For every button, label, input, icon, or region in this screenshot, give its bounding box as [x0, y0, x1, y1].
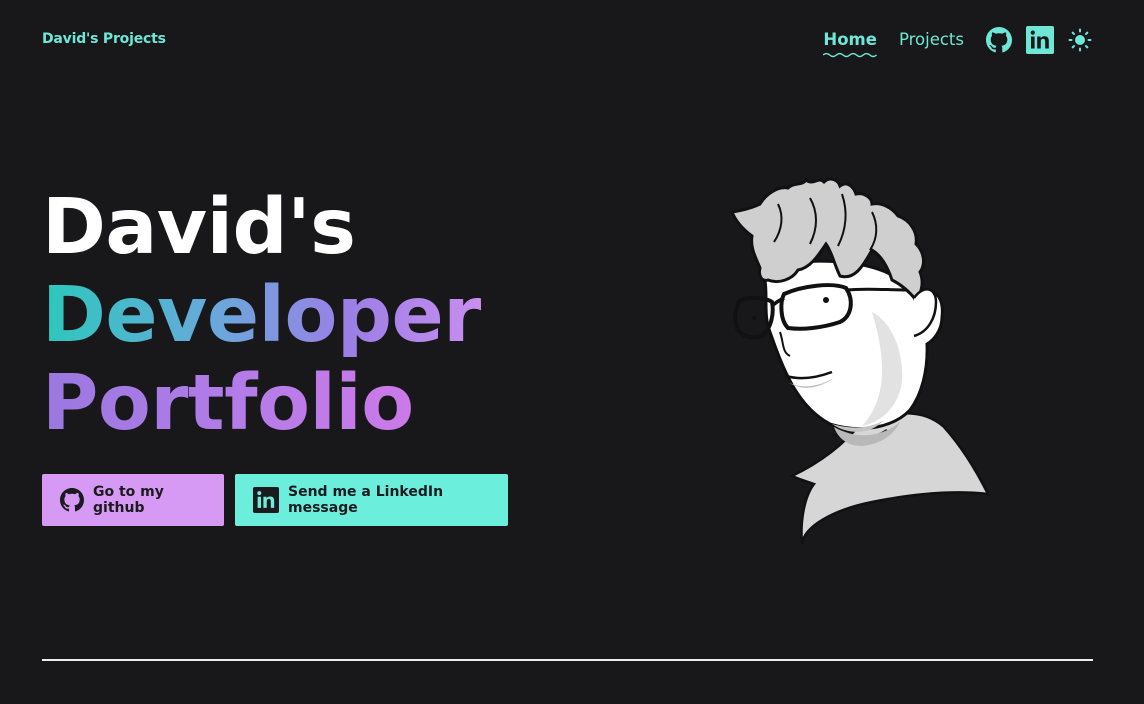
github-icon[interactable]	[986, 27, 1012, 53]
linkedin-icon[interactable]	[1026, 26, 1054, 54]
hero-title-line-2: Developer	[42, 271, 481, 360]
linkedin-message-button[interactable]: Send me a LinkedIn message	[235, 474, 508, 526]
hero-title: David's Developer Portfolio	[42, 184, 481, 448]
page: David's Projects Home Projects David's D…	[0, 0, 1144, 704]
nav-projects-link[interactable]: Projects	[899, 27, 964, 53]
top-nav: Home Projects	[823, 26, 1092, 58]
nav-projects-label: Projects	[898, 30, 964, 49]
section-divider	[42, 659, 1093, 661]
hero-title-line-3: Portfolio	[42, 359, 414, 448]
go-to-github-button[interactable]: Go to my github	[42, 474, 224, 526]
linkedin-icon	[253, 487, 279, 513]
go-to-github-label: Go to my github	[93, 484, 164, 516]
hero-title-line-1: David's	[42, 183, 356, 272]
brand-link[interactable]: David's Projects	[42, 31, 166, 47]
nav-home-label: Home	[823, 30, 877, 49]
portrait-illustration	[729, 177, 991, 545]
sun-icon[interactable]	[1068, 28, 1092, 52]
active-underline	[823, 52, 877, 58]
nav-home-link[interactable]: Home	[823, 27, 877, 58]
github-icon	[60, 488, 84, 512]
linkedin-message-label: Send me a LinkedIn message	[288, 484, 444, 516]
